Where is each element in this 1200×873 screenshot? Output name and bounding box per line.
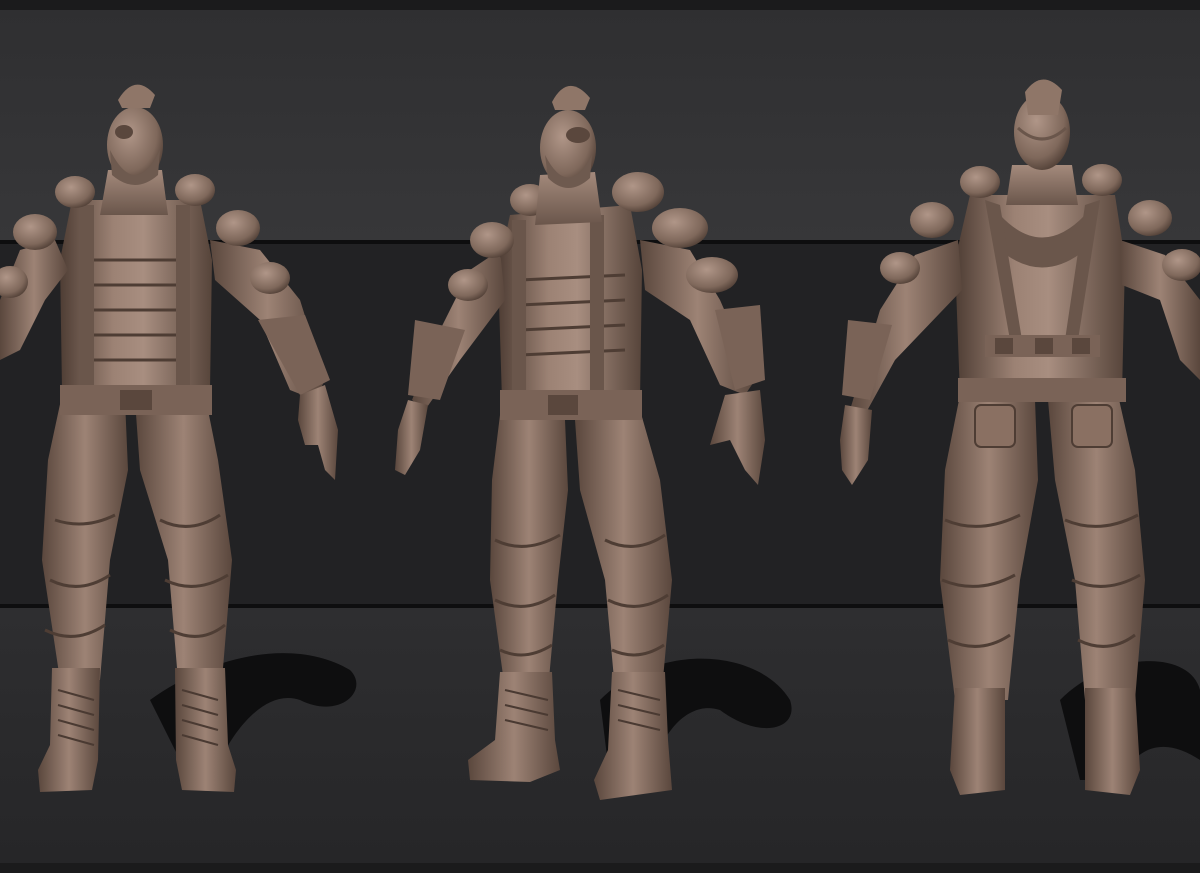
back-pocket [1071, 404, 1113, 448]
shoulder-pad [55, 176, 95, 208]
left-boot [950, 688, 1005, 795]
left-strap [512, 220, 526, 400]
right-strap [590, 215, 604, 400]
right-strap [176, 205, 190, 390]
collar [1006, 165, 1078, 205]
shoulder-pad [250, 262, 290, 294]
belt-buckle [120, 390, 152, 410]
belt-buckle [548, 395, 578, 415]
render-canvas [0, 0, 1200, 873]
shoulder-pad [216, 210, 260, 246]
sculpt-turnaround-render [0, 0, 1200, 873]
shoulder-pad [175, 174, 215, 206]
torso [955, 195, 1125, 395]
right-boot [1085, 688, 1140, 795]
left-strap [80, 205, 94, 390]
eye-patch [115, 125, 133, 139]
shoulder-pad [13, 214, 57, 250]
belt [958, 378, 1126, 402]
back-pocket [974, 404, 1016, 448]
eye-patch [566, 127, 590, 143]
